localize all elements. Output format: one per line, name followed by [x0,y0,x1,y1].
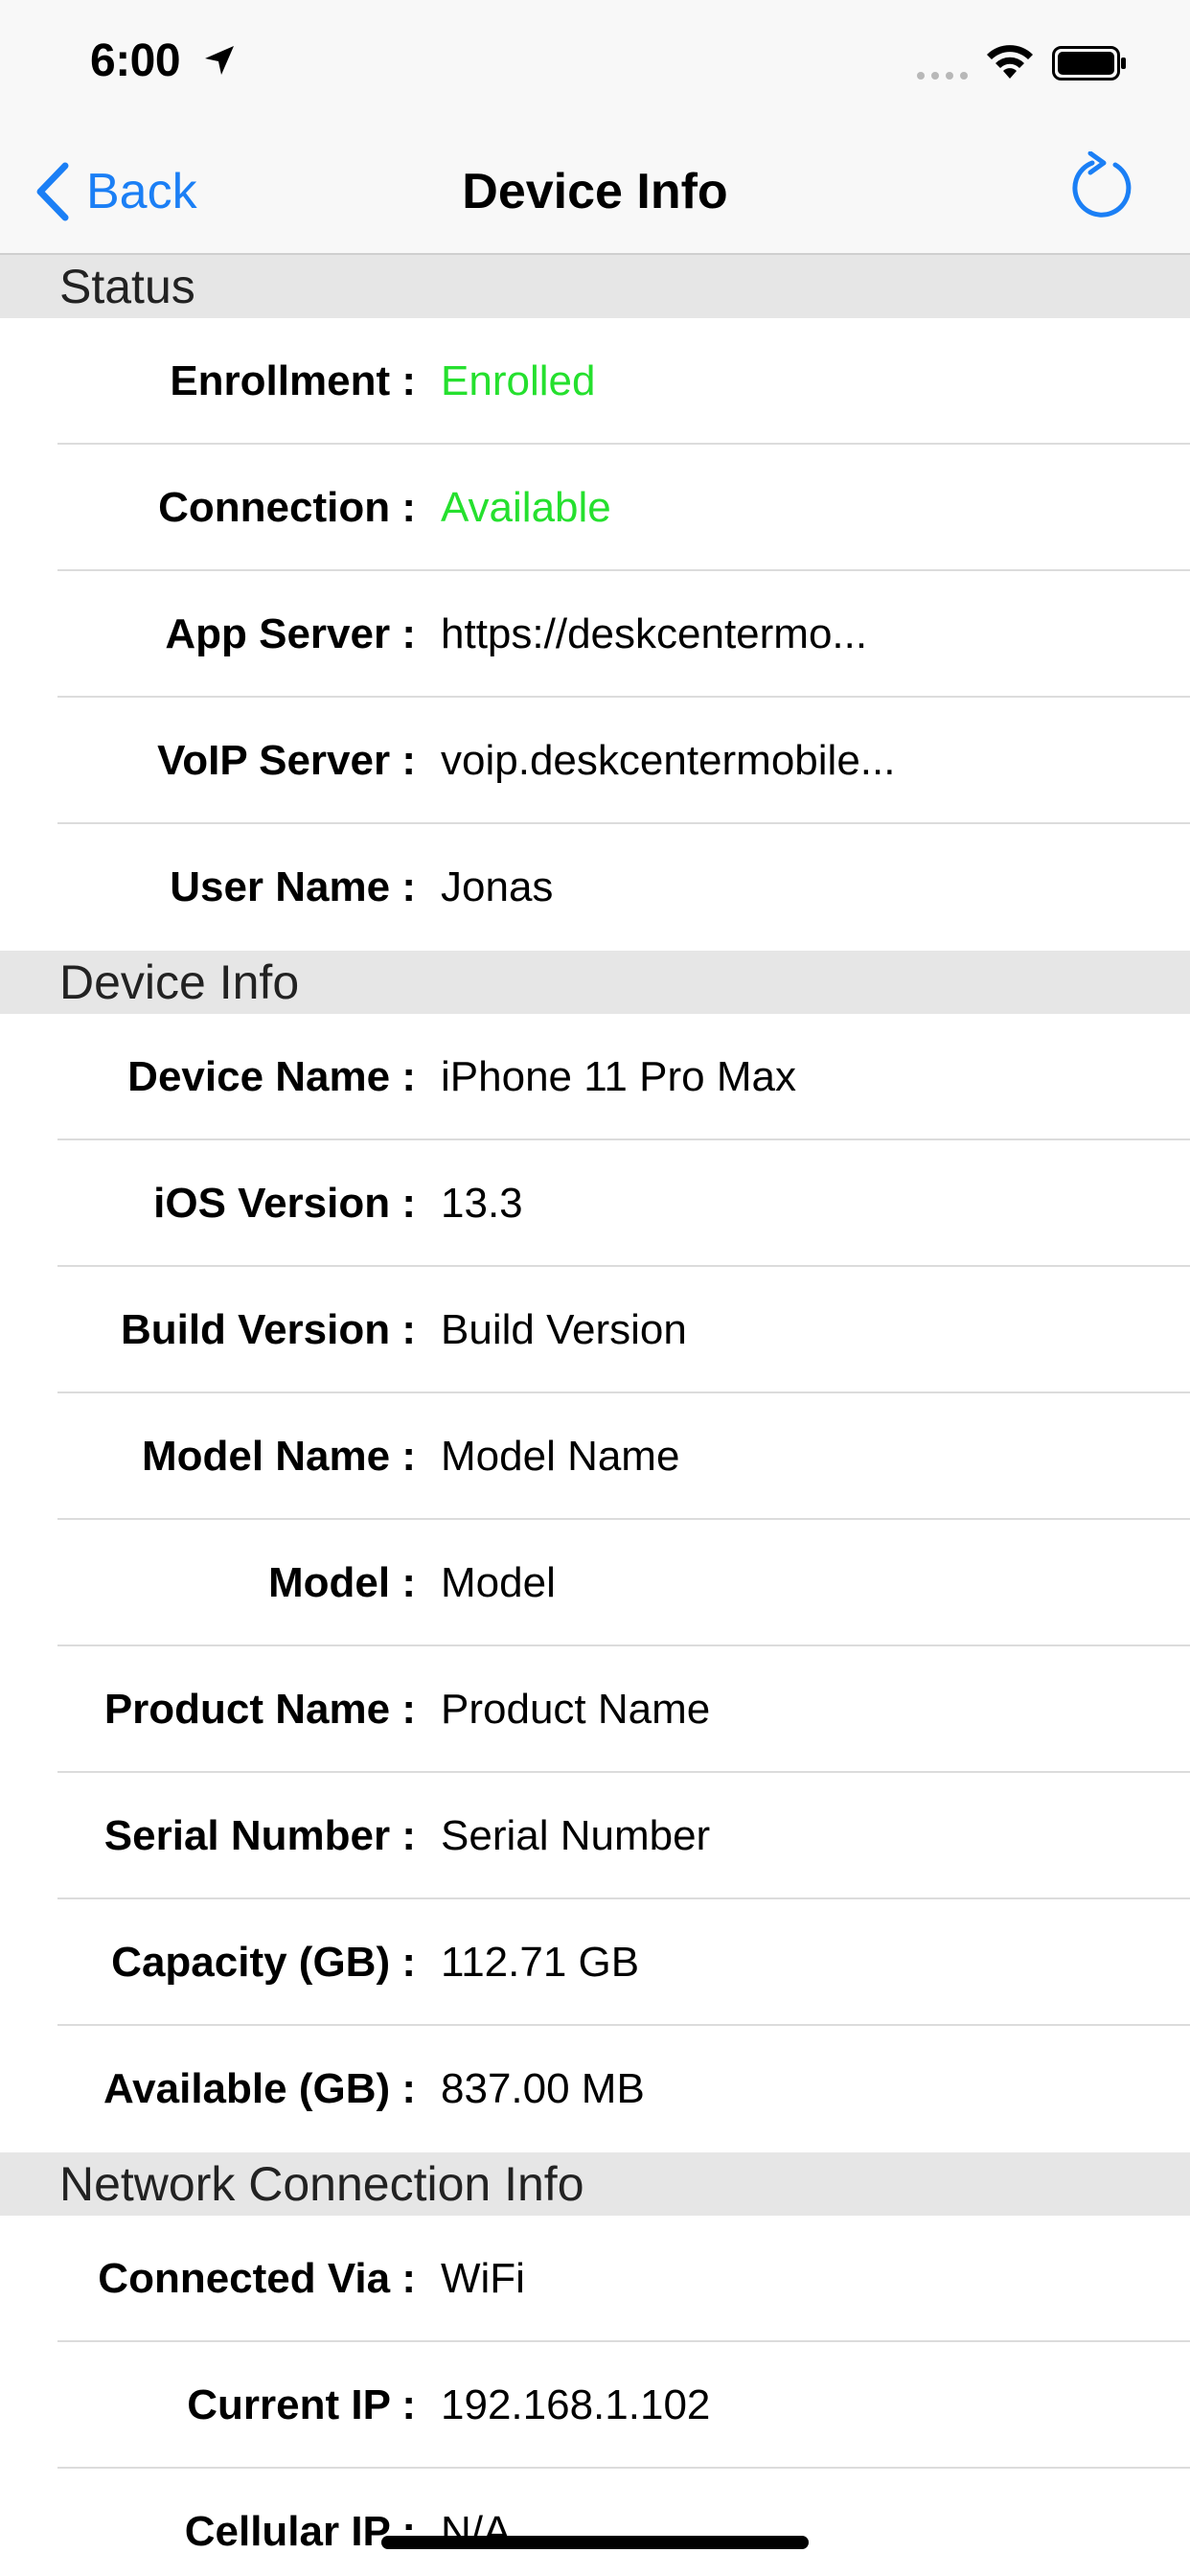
status-bar: 6:00 [0,0,1190,128]
cellular-ip-value: N/A [441,2508,512,2555]
cellular-signal-icon [917,72,968,80]
row-label: Model Name : [141,1433,416,1480]
navigation-bar: Back Device Info [0,128,1190,255]
location-arrow-icon [205,46,234,75]
row-user-name: User Name : Jonas [0,824,1190,951]
device-info-screen: 6:00 Back Device Info Status Enrollment … [0,0,1190,2576]
row-enrollment: Enrollment : Enrolled [0,318,1190,445]
row-label: Build Version : [120,1306,416,1353]
row-model: Model : Model [0,1520,1190,1646]
wifi-icon [987,45,1033,79]
section-header-device-info: Device Info [0,951,1190,1014]
ios-version-value: 13.3 [441,1180,523,1227]
connection-status-value: Available [441,484,611,531]
row-label: Serial Number : [103,1812,416,1859]
row-product-name: Product Name : Product Name [0,1646,1190,1773]
row-voip-server: VoIP Server : voip.deskcentermobile... [0,698,1190,824]
row-ios-version: iOS Version : 13.3 [0,1140,1190,1267]
row-cellular-ip: Cellular IP : N/A [0,2469,1190,2576]
row-connection: Connection : Available [0,445,1190,571]
row-label: iOS Version : [153,1180,416,1227]
row-app-server: App Server : https://deskcentermo... [0,571,1190,698]
row-available: Available (GB) : 837.00 MB [0,2026,1190,2152]
capacity-value: 112.71 GB [441,1939,640,1986]
model-name-value: Model Name [441,1433,680,1480]
voip-server-value: voip.deskcentermobile... [441,737,896,784]
page-title: Device Info [462,164,728,219]
row-model-name: Model Name : Model Name [0,1393,1190,1520]
home-indicator[interactable] [381,2536,809,2549]
row-label: Capacity (GB) : [111,1939,416,1986]
row-label: Enrollment : [170,357,416,404]
serial-number-value: Serial Number [441,1812,711,1859]
enrollment-status-value: Enrolled [441,357,596,404]
available-value: 837.00 MB [441,2065,645,2112]
section-header-network: Network Connection Info [0,2152,1190,2216]
app-server-value: https://deskcentermo... [441,610,868,657]
row-connected-via: Connected Via : WiFi [0,2216,1190,2342]
row-capacity: Capacity (GB) : 112.71 GB [0,1899,1190,2026]
device-name-value: iPhone 11 Pro Max [441,1053,796,1100]
row-label: Cellular IP : [184,2508,416,2555]
row-label: Current IP : [187,2381,416,2428]
connected-via-value: WiFi [441,2255,525,2302]
row-label: Available (GB) : [103,2065,416,2112]
row-label: Connected Via : [98,2255,416,2302]
section-header-status: Status [0,255,1190,318]
row-label: User Name : [170,863,416,910]
battery-icon [1052,46,1126,80]
row-label: Connection : [158,484,416,531]
row-label: Product Name : [103,1686,416,1733]
row-label: Model : [268,1559,416,1606]
row-serial-number: Serial Number : Serial Number [0,1773,1190,1899]
row-current-ip: Current IP : 192.168.1.102 [0,2342,1190,2469]
model-value: Model [441,1559,556,1606]
row-label: VoIP Server : [157,737,416,784]
refresh-icon[interactable] [1065,151,1138,224]
row-device-name: Device Name : iPhone 11 Pro Max [0,1014,1190,1140]
row-build-version: Build Version : Build Version [0,1267,1190,1393]
row-label: App Server : [165,610,416,657]
status-time: 6:00 [90,35,181,86]
product-name-value: Product Name [441,1686,711,1733]
user-name-value: Jonas [441,863,554,910]
row-label: Device Name : [127,1053,416,1100]
build-version-value: Build Version [441,1306,687,1353]
current-ip-value: 192.168.1.102 [441,2381,711,2428]
